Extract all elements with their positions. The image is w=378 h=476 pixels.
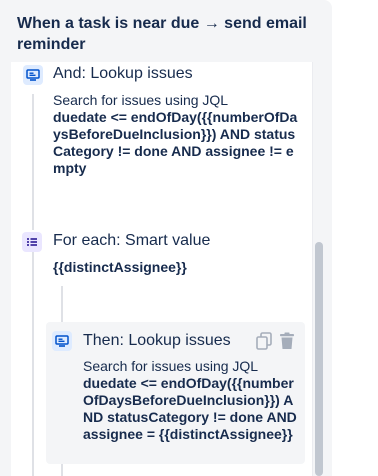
connector-line xyxy=(32,252,34,476)
step-description: Search for issues using JQL xyxy=(53,92,229,108)
branch-list-icon xyxy=(22,232,42,252)
connector-line xyxy=(61,464,63,476)
step-title: And: Lookup issues xyxy=(53,65,193,82)
copy-icon[interactable] xyxy=(255,332,273,350)
step-title: Then: Lookup issues xyxy=(83,332,231,349)
scrollbar[interactable] xyxy=(312,62,325,476)
scrollbar-thumb[interactable] xyxy=(315,242,323,476)
lookup-issues-icon xyxy=(23,65,43,85)
step-title: For each: Smart value xyxy=(53,232,211,249)
connector-line xyxy=(32,94,34,230)
lookup-issues-icon xyxy=(52,331,72,351)
step-description: Search for issues using JQL xyxy=(83,358,259,374)
delete-icon[interactable] xyxy=(278,332,296,350)
rule-panel: When a task is near due → send email rem… xyxy=(0,0,332,476)
step-lookup-issues-nested[interactable]: Then: Lookup issues Search for issues us… xyxy=(46,322,305,464)
connector-line xyxy=(61,286,63,322)
step-smart-value: {{distinctAssignee}} xyxy=(53,259,187,275)
rule-title: When a task is near due → send email rem… xyxy=(17,15,307,53)
step-jql: duedate <= endOfDay({{numberOfDaysBefore… xyxy=(83,375,297,442)
step-jql: duedate <= endOfDay({{numberOfDaysBefore… xyxy=(53,109,298,176)
rule-steps-list: And: Lookup issues Search for issues usi… xyxy=(11,62,324,476)
